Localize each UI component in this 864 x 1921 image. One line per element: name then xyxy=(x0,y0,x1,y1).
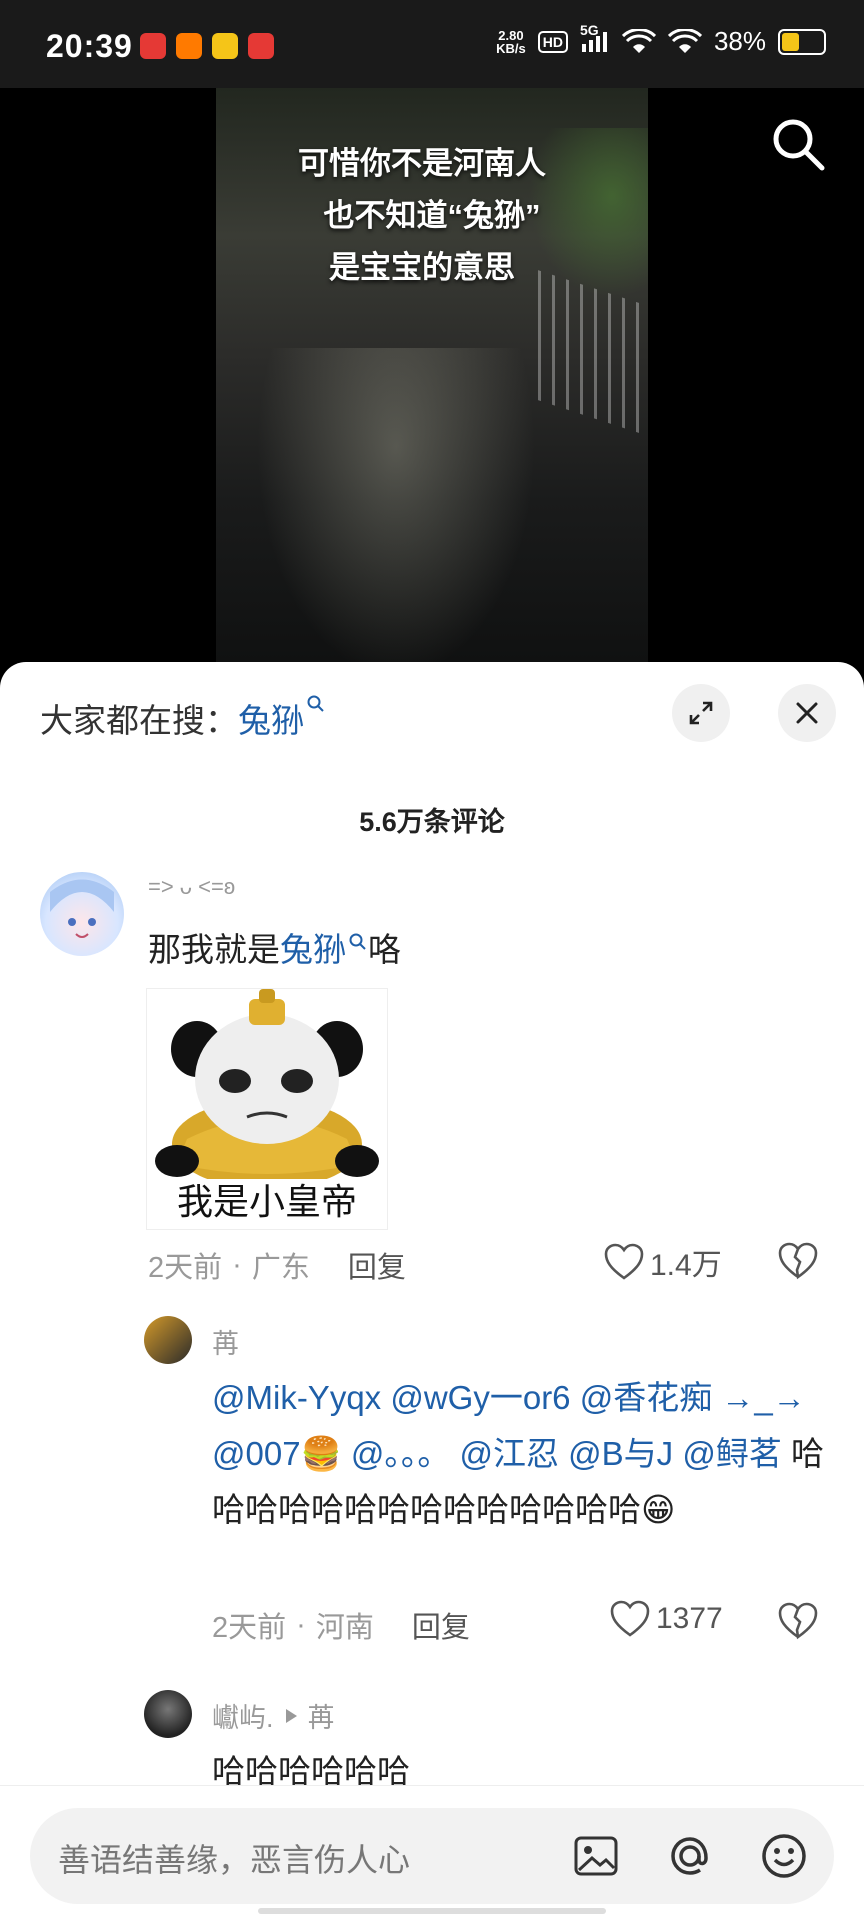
video-frame: 可惜你不是河南人 也不知道“兔狲” 是宝宝的意思 xyxy=(216,88,648,678)
wifi-icon xyxy=(667,28,702,53)
broken-heart-icon[interactable] xyxy=(778,1602,818,1640)
reply-username: 巘屿. 苒 xyxy=(212,1703,335,1733)
panda-emperor-image xyxy=(155,989,379,1189)
avatar[interactable] xyxy=(40,872,124,956)
video-caption-overlay: 可惜你不是河南人 也不知道“兔狲” 是宝宝的意思 xyxy=(298,146,546,285)
battery-icon xyxy=(778,28,826,55)
reply-button[interactable]: 回复 xyxy=(412,1604,470,1646)
like-count: 1377 xyxy=(656,1602,723,1635)
input-placeholder: 善语结善缘，恶言伤人心 xyxy=(58,1842,411,1878)
reply-arrow-icon xyxy=(285,1708,297,1723)
at-icon[interactable] xyxy=(664,1830,716,1882)
reply-meta: 2天前 · 河南 回复 xyxy=(212,1604,470,1646)
status-bar: 20:39 2.80 KB/s HD 5G 38% xyxy=(0,0,864,88)
notification-app-icons xyxy=(140,33,274,59)
close-icon xyxy=(796,702,818,724)
expand-icon xyxy=(689,701,713,725)
status-time: 20:39 xyxy=(46,28,133,64)
sticker-image[interactable]: 我是小皇帝 xyxy=(146,988,388,1230)
avatar[interactable] xyxy=(144,1690,192,1738)
app-notification-icon xyxy=(248,33,274,59)
hot-search-term[interactable]: 兔狲 xyxy=(238,702,304,739)
battery-percent: 38% xyxy=(713,26,766,56)
signal-5g-icon: 5G xyxy=(580,22,610,55)
expand-button[interactable] xyxy=(672,684,730,742)
reply-text: @Mik-Yyqx @wGy一or6 @香花痴 →_→ @007🍔 @。。。 @… xyxy=(212,1379,825,1528)
hd-badge: HD xyxy=(537,30,568,53)
search-icon[interactable] xyxy=(770,116,826,172)
app-notification-icon xyxy=(176,33,202,59)
network-speed: 2.80 KB/s xyxy=(496,27,526,56)
comments-panel: 大家都在搜：兔狲 5.6万条评论 => ᴗ <=ʚ 那我就是兔狲咯 我是小皇帝 … xyxy=(0,662,864,1920)
comment-count: 5.6万条评论 xyxy=(359,807,505,837)
close-button[interactable] xyxy=(778,684,836,742)
mention-list[interactable]: @Mik-Yyqx @wGy一or6 @香花痴 →_→ @007🍔 @。。。 @… xyxy=(212,1379,806,1472)
comment-username[interactable]: => ᴗ <=ʚ xyxy=(148,874,235,900)
search-icon xyxy=(307,695,324,712)
home-indicator xyxy=(258,1908,606,1914)
status-right: 2.80 KB/s HD 5G 38% xyxy=(496,22,826,57)
search-icon xyxy=(349,933,366,950)
broken-heart-icon[interactable] xyxy=(778,1242,818,1280)
like-button[interactable]: 1377 xyxy=(610,1600,723,1638)
sticker-caption: 我是小皇帝 xyxy=(176,1181,357,1222)
wifi-icon xyxy=(621,28,656,53)
heart-icon xyxy=(604,1243,644,1280)
avatar[interactable] xyxy=(144,1316,192,1364)
comment-text: 那我就是兔狲咯 xyxy=(148,931,401,968)
heart-icon xyxy=(610,1600,650,1637)
emoji-icon[interactable] xyxy=(758,1830,810,1882)
like-button[interactable]: 1.4万 xyxy=(604,1240,722,1284)
search-term-link[interactable]: 兔狲 xyxy=(280,931,346,968)
comment-meta: 2天前 · 广东 回复 xyxy=(148,1244,406,1286)
app-notification-icon xyxy=(140,33,166,59)
video-player[interactable]: 可惜你不是河南人 也不知道“兔狲” 是宝宝的意思 xyxy=(0,88,864,678)
hot-search-bar[interactable]: 大家都在搜：兔狲 xyxy=(40,694,326,742)
app-notification-icon xyxy=(212,33,238,59)
reply-button[interactable]: 回复 xyxy=(348,1244,406,1286)
comment-input-bar: 善语结善缘，恶言伤人心 xyxy=(0,1785,864,1921)
image-icon[interactable] xyxy=(570,1830,622,1882)
comment-input[interactable]: 善语结善缘，恶言伤人心 xyxy=(30,1808,834,1904)
reply-username[interactable]: 苒 xyxy=(212,1322,239,1361)
like-count: 1.4万 xyxy=(650,1249,722,1282)
